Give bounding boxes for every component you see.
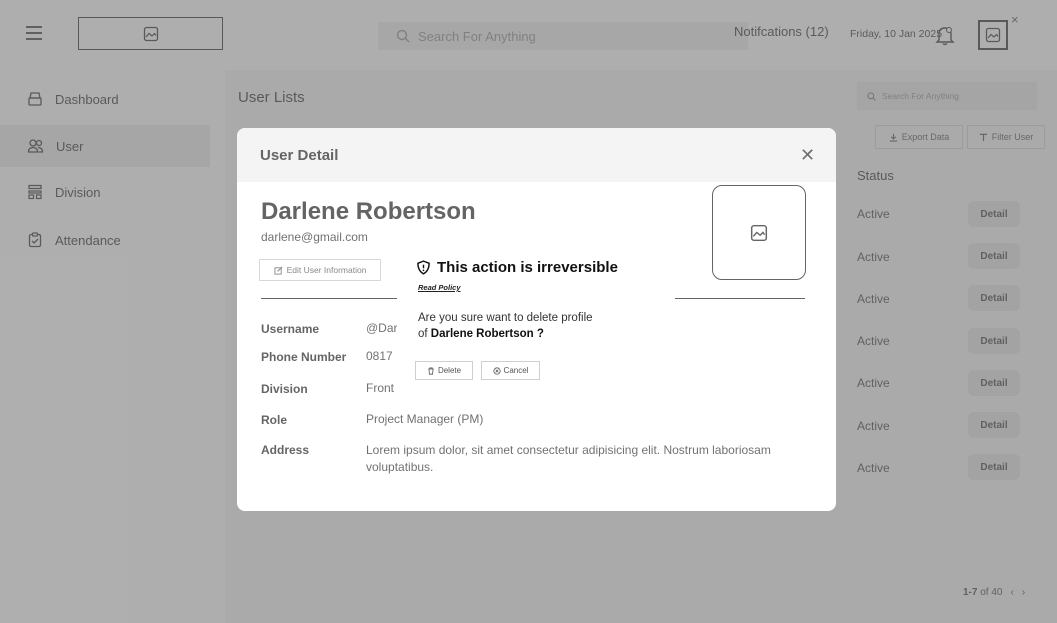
confirm-title-text: This action is irreversible	[437, 259, 618, 276]
confirm-message: Are you sure want to delete profile of D…	[418, 310, 658, 342]
confirm-message-prefix: of	[418, 328, 428, 340]
delete-confirm-dialog: This action is irreversible Read Policy …	[397, 237, 675, 403]
confirm-user-name: Darlene Robertson ?	[430, 328, 544, 340]
delete-label: Delete	[437, 366, 462, 375]
delete-button[interactable]: Delete	[415, 361, 473, 380]
read-policy-link[interactable]: Read Policy	[418, 283, 461, 292]
confirm-message-line: Are you sure want to delete profile	[418, 312, 593, 324]
trash-icon	[428, 367, 434, 375]
cancel-icon	[492, 366, 501, 375]
cancel-button[interactable]: Cancel	[481, 361, 540, 380]
confirm-title: This action is irreversible	[416, 259, 618, 276]
shield-icon	[417, 260, 430, 275]
cancel-label: Cancel	[503, 366, 529, 375]
